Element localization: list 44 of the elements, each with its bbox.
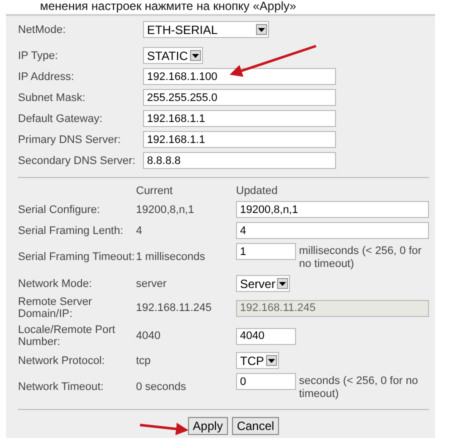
text-field[interactable]: 255.255.255.0: [143, 89, 336, 106]
form-button[interactable]: Cancel: [232, 417, 280, 435]
text-field[interactable]: 192.168.1.100: [143, 68, 336, 85]
field-label: Subnet Mask:: [18, 92, 86, 104]
field-label: Locale/Remote Port Number:: [18, 324, 116, 348]
text-field[interactable]: 0: [236, 373, 296, 390]
hint-text: milliseconds (< 256, 0 for no timeout): [299, 244, 423, 271]
text-field[interactable]: 192.168.1.1: [143, 131, 336, 148]
current-value: 0 seconds: [136, 381, 188, 393]
text-field[interactable]: 192.168.1.1: [143, 110, 336, 127]
current-value: 192.168.11.245: [136, 302, 213, 314]
text-field[interactable]: 19200,8,n,1: [236, 201, 429, 218]
current-value: 19200,8,n,1: [136, 204, 196, 216]
field-label: Serial Framing Timeout:: [18, 251, 136, 263]
dropdown[interactable]: STATIC: [143, 47, 203, 64]
current-value: server: [136, 278, 168, 290]
field-label: Serial Framing Lenth:: [18, 224, 124, 236]
instruction-text: менения настроек нажмите на кнопку «Apply»: [39, 0, 298, 13]
field-label: Network Protocol:: [18, 354, 106, 366]
dropdown[interactable]: ETH-SERIAL: [143, 21, 269, 38]
field-label: NetMode:: [18, 24, 67, 36]
form-button[interactable]: Apply: [188, 417, 228, 435]
current-value: 4040: [136, 330, 162, 342]
column-header: Current: [136, 185, 174, 197]
field-label: Serial Configure:: [18, 204, 101, 216]
column-header: Updated: [236, 185, 279, 197]
current-value: 1 milliseconds: [136, 251, 206, 263]
current-value: tcp: [136, 354, 152, 366]
field-label: Network Timeout:: [18, 381, 105, 393]
field-label: IP Type:: [18, 50, 59, 62]
text-field[interactable]: 1: [236, 243, 296, 260]
dropdown[interactable]: TCP: [236, 352, 279, 369]
hint-text: seconds (< 256, 0 for no timeout): [299, 374, 419, 401]
field-label: IP Address:: [18, 70, 76, 82]
text-field[interactable]: 4040: [236, 328, 296, 344]
text-field[interactable]: 4: [236, 222, 429, 239]
field-label: Secondary DNS Server:: [18, 154, 136, 166]
text-field[interactable]: 8.8.8.8: [143, 152, 336, 169]
field-label: Remote Server Domain/IP:: [18, 296, 93, 320]
field-label: Default Gateway:: [18, 112, 104, 124]
dropdown[interactable]: Server: [236, 275, 290, 292]
current-value: 4: [136, 224, 144, 236]
field-label: Network Mode:: [18, 278, 93, 290]
field-label: Primary DNS Server:: [18, 134, 122, 146]
